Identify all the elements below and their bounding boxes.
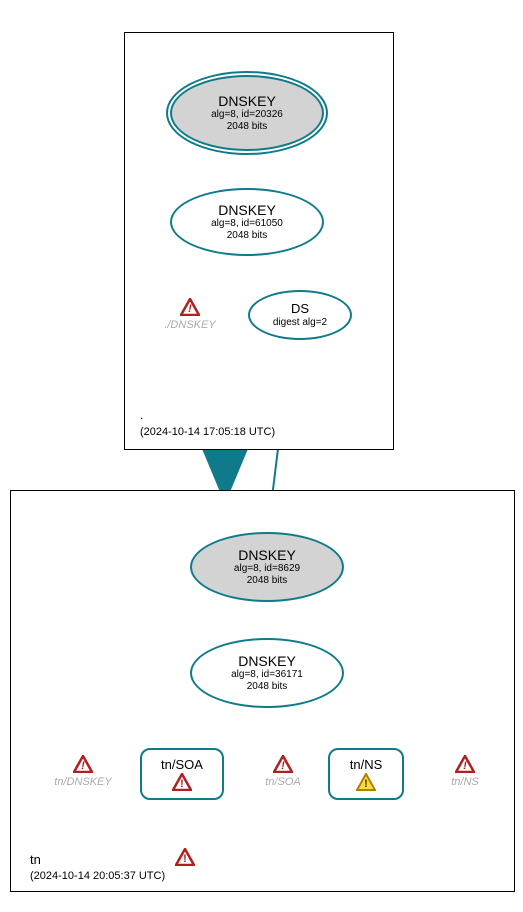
svg-text:!: !	[183, 853, 187, 865]
node-sub: alg=8, id=20326	[211, 109, 283, 121]
warning-tn-dnskey: ! tn/DNSKEY	[38, 755, 128, 788]
warning-label: tn/NS	[435, 776, 495, 788]
warning-label: tn/DNSKEY	[38, 776, 128, 788]
warning-label: tn/SOA	[248, 776, 318, 788]
svg-text:!: !	[180, 778, 184, 790]
node-sub: 2048 bits	[227, 230, 268, 242]
zone-label-root: .	[140, 408, 143, 422]
warning-tn-ns: ! tn/NS	[435, 755, 495, 788]
diagram-canvas: . (2024-10-14 17:05:18 UTC) tn (2024-10-…	[0, 0, 523, 912]
node-sub: alg=8, id=36171	[231, 669, 303, 681]
warning-label: ./DNSKEY	[150, 319, 230, 331]
node-tn-ns: tn/NS !	[328, 748, 404, 800]
warning-icon: !	[180, 298, 200, 316]
node-title: DNSKEY	[238, 653, 296, 670]
warning-icon: !	[273, 755, 293, 773]
node-title: tn/NS	[350, 757, 383, 773]
node-root-zsk: DNSKEY alg=8, id=61050 2048 bits	[170, 188, 324, 256]
warning-tn-soa: ! tn/SOA	[248, 755, 318, 788]
zone-label-tn: tn	[30, 852, 41, 867]
node-title: DNSKEY	[218, 93, 276, 110]
warning-icon-zone: !	[175, 848, 195, 866]
node-tn-soa: tn/SOA !	[140, 748, 224, 800]
svg-text:!: !	[188, 303, 192, 315]
warning-icon: !	[73, 755, 93, 773]
node-sub: 2048 bits	[247, 575, 288, 587]
node-sub: digest alg=2	[273, 317, 327, 329]
svg-text:!: !	[281, 760, 285, 772]
node-root-ksk: DNSKEY alg=8, id=20326 2048 bits	[170, 75, 324, 151]
zone-time-tn: (2024-10-14 20:05:37 UTC)	[30, 870, 165, 882]
zone-time-root: (2024-10-14 17:05:18 UTC)	[140, 426, 275, 438]
node-sub: 2048 bits	[227, 121, 268, 133]
svg-text:!: !	[463, 760, 467, 772]
node-title: tn/SOA	[161, 757, 203, 773]
svg-text:!: !	[81, 760, 85, 772]
node-title: DNSKEY	[238, 547, 296, 564]
node-sub: alg=8, id=61050	[211, 218, 283, 230]
node-tn-zsk: DNSKEY alg=8, id=36171 2048 bits	[190, 638, 344, 708]
warning-root-dnskey: ! ./DNSKEY	[150, 298, 230, 331]
warning-icon: !	[172, 773, 192, 791]
warning-icon: !	[455, 755, 475, 773]
warning-icon-yellow: !	[356, 773, 376, 791]
node-title: DNSKEY	[218, 202, 276, 219]
node-sub: alg=8, id=8629	[234, 563, 300, 575]
svg-text:!: !	[364, 778, 368, 790]
node-title: DS	[291, 301, 309, 317]
node-tn-ksk: DNSKEY alg=8, id=8629 2048 bits	[190, 532, 344, 602]
node-root-ds: DS digest alg=2	[248, 290, 352, 340]
node-sub: 2048 bits	[247, 681, 288, 693]
